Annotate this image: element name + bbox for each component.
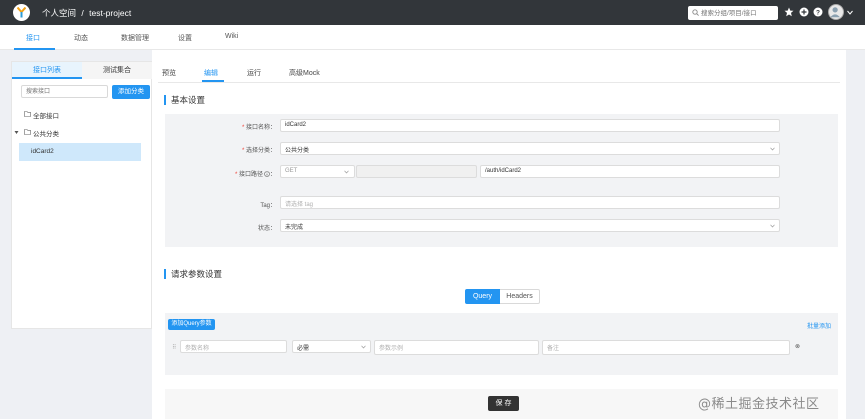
tab-run[interactable]: 运行	[247, 68, 261, 78]
basic-settings-title: 基本设置	[164, 95, 205, 105]
breadcrumb-space[interactable]: 个人空间	[42, 8, 76, 18]
api-sidebar: 接口列表 测试集合 添加分类 全部接口 公共分类	[11, 61, 152, 329]
top-bar: 个人空间 / test-project ?	[0, 0, 865, 25]
add-icon[interactable]	[799, 7, 809, 17]
nav-tab-activity[interactable]: 动态	[74, 33, 88, 43]
global-search-input[interactable]	[701, 7, 775, 19]
path-label-text: 接口路径	[238, 172, 263, 178]
chevron-down-icon	[770, 224, 775, 228]
sidebar-tabs: 接口列表 测试集合	[12, 62, 152, 79]
nav-tab-settings[interactable]: 设置	[178, 33, 192, 43]
drag-handle-icon[interactable]: ⠿	[172, 344, 176, 351]
segment-query[interactable]: Query	[465, 289, 500, 304]
tab-api-list-label: 接口列表	[33, 67, 61, 74]
save-button[interactable]: 保 存	[488, 396, 519, 411]
yapi-logo-icon[interactable]	[13, 4, 30, 21]
param-remark-input[interactable]: 备注	[542, 340, 790, 355]
nav-tab-api[interactable]: 接口	[26, 33, 40, 43]
caret-down-icon[interactable]	[14, 130, 19, 135]
tab-advanced-mock[interactable]: 高级Mock	[289, 68, 320, 78]
category-label: * 选择分类：	[241, 148, 276, 154]
tree-all-apis[interactable]: 全部接口	[33, 110, 59, 120]
add-query-param-button[interactable]: 添加Query参数	[168, 319, 215, 330]
tag-select[interactable]: 请选择 tag	[280, 196, 780, 209]
delete-param-icon[interactable]: ⊗	[795, 343, 800, 350]
user-avatar[interactable]	[828, 4, 844, 20]
base-path-display	[356, 165, 477, 178]
api-name-label: * 接口名称：	[241, 125, 276, 131]
param-example-input[interactable]: 参数示例	[374, 340, 539, 355]
tab-edit[interactable]: 编辑	[204, 68, 218, 78]
status-select-value: 未完成	[285, 225, 304, 231]
tab-api-list[interactable]: 接口列表	[12, 62, 82, 79]
segment-headers[interactable]: Headers	[500, 289, 540, 304]
folder-open-icon	[24, 129, 31, 135]
tabs-divider	[158, 82, 840, 83]
param-required-select[interactable]: 必需	[292, 340, 371, 353]
chevron-down-icon	[361, 345, 366, 349]
tab-test-collection[interactable]: 测试集合	[82, 62, 152, 79]
status-select[interactable]: 未完成	[280, 219, 780, 232]
method-select-value: GET	[285, 168, 298, 174]
breadcrumb-separator: /	[81, 8, 84, 18]
path-label: * 接口路径：	[234, 171, 276, 178]
add-category-button[interactable]: 添加分类	[112, 85, 150, 99]
search-icon	[692, 9, 699, 16]
nav-tab-data[interactable]: 数据管理	[121, 33, 149, 43]
param-required-value: 必需	[297, 346, 310, 352]
tree-category-public[interactable]: 公共分类	[33, 128, 59, 138]
tab-test-collection-label: 测试集合	[103, 67, 131, 74]
chevron-down-icon	[770, 147, 775, 151]
chevron-down-icon	[344, 170, 349, 174]
tag-label: Tag：	[260, 203, 276, 209]
project-nav: 接口 动态 数据管理 设置 Wiki	[0, 25, 865, 50]
star-icon[interactable]	[784, 7, 794, 17]
bulk-add-link[interactable]: 批量添加	[807, 321, 831, 330]
nav-active-indicator	[14, 48, 55, 50]
tree-api-item-selected[interactable]: idCard2	[19, 143, 141, 161]
api-name-label-text: 接口名称：	[245, 125, 276, 131]
api-search-input[interactable]	[21, 85, 108, 98]
global-search[interactable]	[688, 6, 778, 20]
category-select-value: 公共分类	[285, 148, 310, 154]
breadcrumb: 个人空间 / test-project	[42, 7, 131, 19]
svg-text:?: ?	[816, 9, 820, 16]
path-label-colon: ：	[269, 172, 276, 178]
status-label: 状态：	[257, 226, 276, 232]
help-icon[interactable]: ?	[813, 7, 823, 17]
chevron-down-icon[interactable]	[847, 10, 853, 15]
request-params-title: 请求参数设置	[164, 269, 222, 279]
path-input[interactable]: /auth/idCard2	[480, 165, 780, 178]
api-name-input[interactable]: idCard2	[280, 119, 780, 132]
category-select[interactable]: 公共分类	[280, 142, 780, 155]
nav-tab-wiki[interactable]: Wiki	[225, 33, 238, 40]
tab-preview[interactable]: 预览	[162, 68, 176, 78]
folder-icon	[24, 111, 31, 117]
breadcrumb-project[interactable]: test-project	[89, 8, 131, 18]
param-name-input[interactable]: 参数名称	[180, 340, 287, 353]
category-label-text: 选择分类：	[245, 148, 276, 154]
tree-api-item-label: idCard2	[31, 148, 54, 155]
watermark: @稀土掘金技术社区	[698, 397, 820, 412]
